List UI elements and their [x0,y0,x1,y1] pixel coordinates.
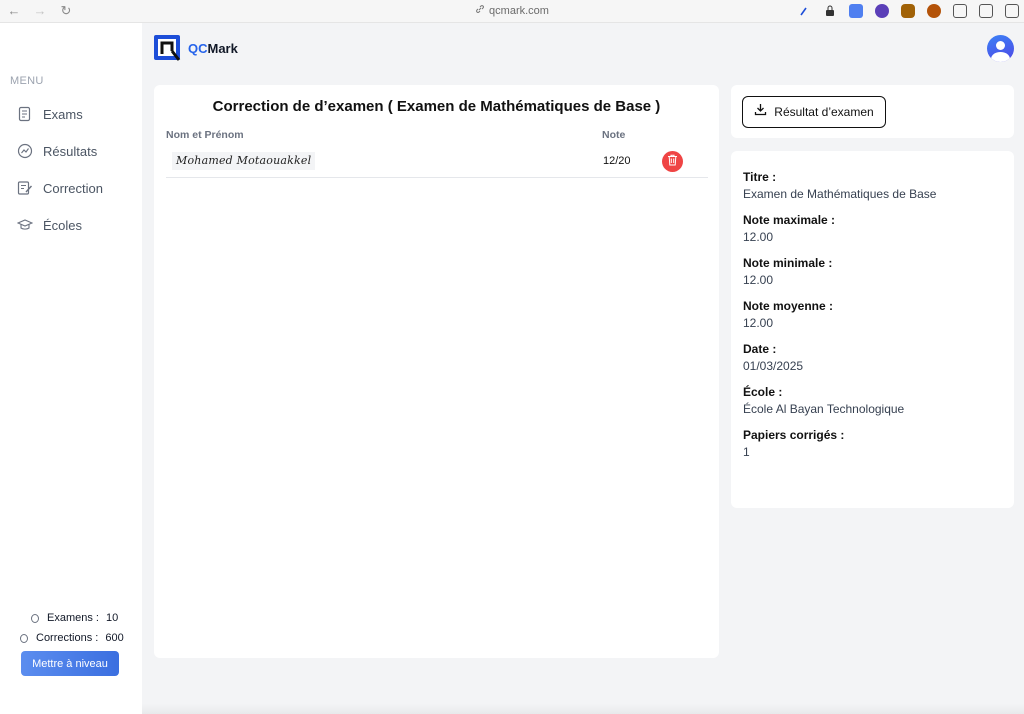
sidebar-item-label: Résultats [43,143,98,159]
delete-button[interactable] [662,151,683,172]
detail-label-ecole: École : [743,385,783,399]
detail-value-ecole: École Al Bayan Technologique [743,402,905,416]
sidebar: MENU Exams Résultats Correction Écoles E… [0,23,142,714]
address-bar[interactable]: qcmark.com [0,4,1024,17]
sidebar-item-exams[interactable]: Exams [16,103,83,125]
stat-examens-value: 10 [106,612,119,624]
coin-icon [20,633,28,643]
page-bottom-edge [142,704,1024,714]
sidebar-item-label: Écoles [43,217,83,233]
sidebar-item-resultats[interactable]: Résultats [16,140,97,162]
detail-value-note-max: 12.00 [743,230,774,244]
coin-icon [31,613,39,623]
correction-card: Correction de d’examen ( Examen de Mathé… [154,85,719,658]
detail-value-date: 01/03/2025 [743,359,804,373]
pen-extension-icon[interactable] [797,4,811,18]
download-results-button[interactable]: Résultat d’examen [742,96,886,128]
stat-corrections-value: 600 [105,632,124,644]
lock-extension-icon[interactable] [823,4,837,18]
chart-circle-icon [16,143,33,160]
stat-examens-label: Examens : [47,612,99,624]
download-card: Résultat d’examen [731,85,1014,138]
detail-label-note-moyenne: Note moyenne : [743,299,834,313]
detail-label-date: Date : [743,342,777,356]
exam-details-card: Titre : Examen de Mathématiques de Base … [731,151,1014,508]
ai-extension-icon[interactable] [953,4,967,18]
translate-extension-icon[interactable] [849,4,863,18]
profile-extension-icon[interactable] [901,4,915,18]
column-header-note: Note [602,129,626,141]
detail-label-titre: Titre : [743,170,777,184]
student-grade: 12/20 [603,155,631,167]
detail-value-papiers: 1 [743,445,750,459]
column-header-name: Nom et Prénom [166,129,244,141]
exam-document-icon [16,106,33,123]
user-head-shape [996,41,1005,50]
user-body-shape [991,52,1010,62]
stat-corrections: Corrections : 600 [20,632,124,644]
badge-extension-icon[interactable] [927,4,941,18]
stat-corrections-label: Corrections : [36,632,99,644]
graduation-cap-icon [16,217,33,234]
download-icon [754,103,767,121]
download-results-label: Résultat d’examen [774,105,874,119]
detail-label-note-min: Note minimale : [743,256,833,270]
upgrade-button[interactable]: Mettre à niveau [21,651,119,676]
stat-examens: Examens : 10 [31,612,118,624]
page-title: Correction de d’examen ( Examen de Mathé… [212,98,661,115]
student-name-signature: Mohamed Motaouakkel [172,152,316,170]
vpn-extension-icon[interactable] [875,4,889,18]
sidebar-item-ecoles[interactable]: Écoles [16,214,82,236]
detail-value-note-min: 12.00 [743,273,774,287]
avatar[interactable] [987,35,1014,62]
detail-value-titre: Examen de Mathématiques de Base [743,187,937,201]
brand-name: QCMark [188,40,238,56]
sidebar-item-correction[interactable]: Correction [16,177,103,199]
table-row: Mohamed Motaouakkel 12/20 [166,148,708,178]
link-icon [475,4,485,17]
sidebar-toggle-icon[interactable] [1005,4,1019,18]
detail-label-note-max: Note maximale : [743,213,836,227]
detail-value-note-moyenne: 12.00 [743,316,774,330]
qcmark-logo-icon [153,34,183,62]
edit-document-icon [16,180,33,197]
sidebar-item-label: Exams [43,106,83,122]
trash-icon [667,153,678,171]
browser-toolbar: ← → ↻ qcmark.com [0,0,1024,23]
url-text: qcmark.com [489,5,549,17]
sidebar-item-label: Correction [43,180,103,196]
detail-label-papiers: Papiers corrigés : [743,428,845,442]
notes-extension-icon[interactable] [979,4,993,18]
app-logo[interactable]: QCMark [153,34,238,62]
menu-title: MENU [10,75,44,87]
